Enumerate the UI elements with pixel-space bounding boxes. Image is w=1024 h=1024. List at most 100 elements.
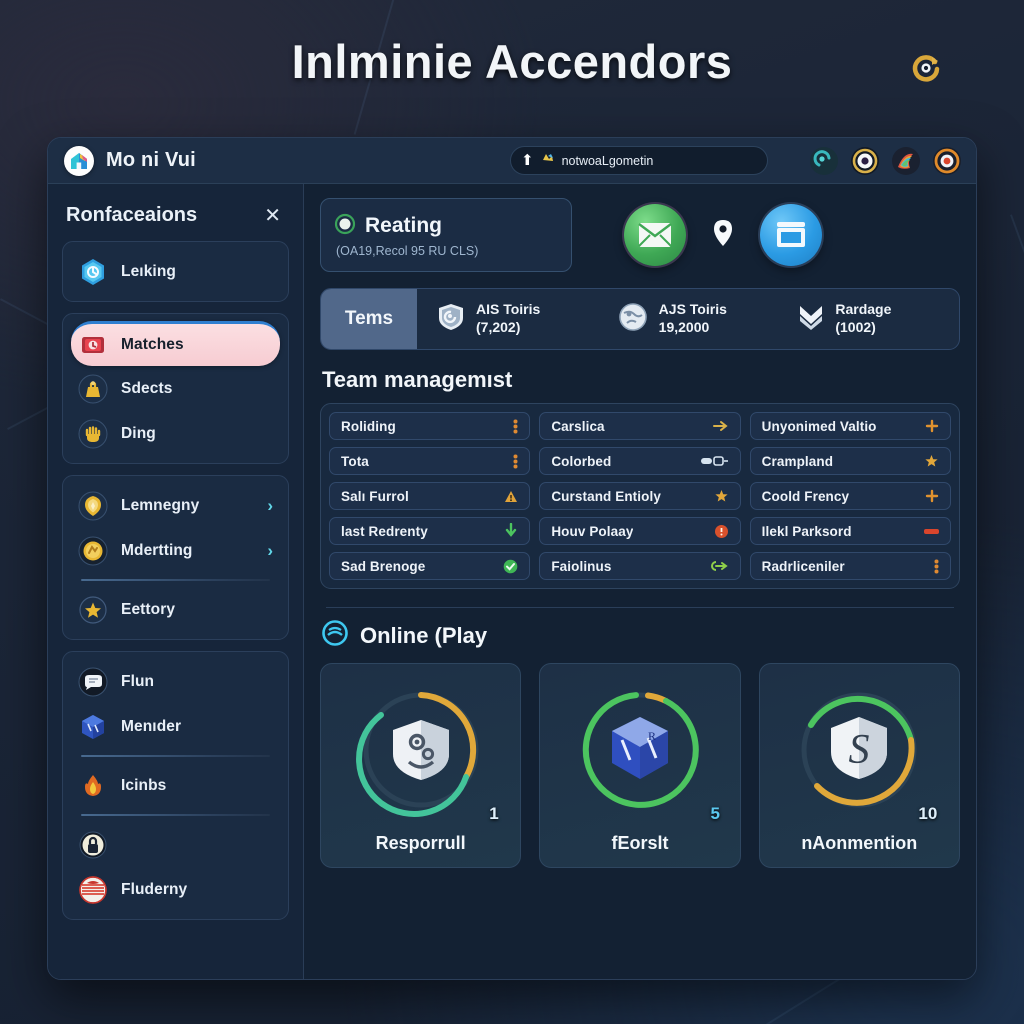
globe-icon [618, 302, 648, 337]
more-vertical-icon[interactable] [513, 419, 518, 434]
minus-icon[interactable] [923, 527, 939, 536]
stat-cell[interactable]: AIS Toiris (7,202) [417, 301, 598, 337]
card-badge: 10 [918, 804, 938, 823]
sidebar-item-leiking[interactable]: Leıking [71, 249, 280, 294]
star-icon[interactable] [924, 454, 939, 468]
team-grid-cell[interactable]: Unyonimed Valtio [749, 412, 951, 440]
section-divider [326, 607, 954, 608]
white-shield-s-icon: S [826, 714, 892, 787]
card-name: nAonmention [801, 833, 918, 853]
team-grid-cell-label: Radrliceniler [761, 558, 845, 574]
close-icon[interactable]: ✕ [260, 206, 285, 226]
plus-icon[interactable] [925, 489, 939, 503]
sidebar-item-eettory[interactable]: Eettory [71, 587, 280, 632]
gold-eye-icon[interactable] [850, 146, 880, 176]
toolbar-icon-group [809, 146, 962, 176]
check-circle-icon[interactable] [503, 559, 518, 574]
team-grid-cell[interactable]: last Redrenty [329, 517, 531, 545]
rainbow-swirl-icon[interactable] [891, 146, 921, 176]
sidebar-item-mdertting[interactable]: Mdertting › [71, 528, 280, 573]
sidebar-item-icinbs[interactable]: Icinbs [71, 763, 280, 808]
gold-badge-icon [78, 491, 108, 521]
url-search-bar[interactable]: ⬆ notwoaLgometin [510, 146, 768, 175]
green-status-dot-icon [334, 213, 356, 240]
location-pin-icon[interactable] [710, 218, 736, 253]
link-icon[interactable] [707, 560, 729, 572]
cyan-waves-icon [322, 620, 348, 651]
sidebar-item-lemnegny[interactable]: Lemnegny › [71, 483, 280, 528]
url-text: notwoaLgometin [561, 153, 654, 168]
card-badge: 5 [710, 804, 720, 823]
plus-icon[interactable] [925, 419, 939, 433]
svg-text:S: S [849, 727, 870, 773]
team-grid-cell[interactable]: Crampland [749, 447, 951, 475]
toggle-icon[interactable] [700, 455, 729, 467]
team-grid-cell[interactable]: Curstand Entioly [539, 482, 741, 510]
stat-label: AJS Toiris [658, 301, 727, 318]
refresh-circle-icon[interactable] [906, 48, 946, 88]
up-arrow-icon[interactable]: ⬆ [521, 153, 534, 168]
svg-text:R: R [648, 729, 656, 743]
browser-window-icon[interactable] [760, 204, 822, 266]
online-card[interactable]: S 10 nAonmention [758, 663, 960, 868]
status-card[interactable]: Reating (OA19,Recol 95 RU CLS) [320, 198, 572, 272]
bg-decor-line [1010, 214, 1024, 300]
page-title: Inlminie Accendors [291, 35, 733, 88]
tab-tems[interactable]: Tems [321, 289, 417, 349]
alert-circle-icon[interactable] [714, 524, 729, 539]
sidebar-group: Flun Menıder Icinbs Fluderny [62, 651, 289, 920]
sidebar-item-ding[interactable]: Ding [71, 411, 280, 456]
team-grid-cell[interactable]: Tota [329, 447, 531, 475]
stat-cell[interactable]: Rardage (1002) [778, 301, 959, 337]
sidebar-item-label: Ding [121, 424, 156, 442]
team-grid-cell[interactable]: Ilekl Parksord [749, 517, 951, 545]
blue-cube-icon [78, 712, 108, 742]
sidebar-item-menider[interactable]: Menıder [71, 704, 280, 749]
team-grid-cell-label: Crampland [761, 453, 834, 469]
more-vertical-icon[interactable] [513, 454, 518, 469]
team-grid-cell[interactable]: Roliding [329, 412, 531, 440]
sidebar: Ronfaceaions ✕ Leıking Matches Sdects Di… [48, 184, 304, 979]
house-logo-icon[interactable] [64, 145, 94, 176]
sidebar-item-matches[interactable]: Matches [71, 321, 280, 366]
team-grid-cell[interactable]: Colorbed [539, 447, 741, 475]
sidebar-header: Ronfaceaions ✕ [66, 204, 285, 227]
star-icon [78, 595, 108, 625]
team-grid-cell[interactable]: Carslica [539, 412, 741, 440]
team-grid-cell[interactable]: Salı Furrol [329, 482, 531, 510]
sidebar-item-label: Icinbs [121, 776, 167, 794]
sidebar-item-fluderny[interactable] [71, 822, 280, 867]
teal-swirl-icon[interactable] [809, 146, 839, 176]
download-arrow-icon[interactable] [504, 523, 518, 539]
sidebar-item-sdects[interactable]: Sdects [71, 366, 280, 411]
more-vertical-icon[interactable] [934, 559, 939, 574]
chevrons-down-icon [798, 302, 824, 337]
mail-envelope-icon[interactable] [624, 204, 686, 266]
team-grid-cell[interactable]: Houv Polaay [539, 517, 741, 545]
arrow-right-icon[interactable] [712, 419, 729, 433]
online-card[interactable]: R 5 fEorslt [539, 663, 741, 868]
sidebar-divider [81, 755, 270, 757]
card-name: fEorslt [611, 833, 669, 853]
app-window: Mo ni Vui ⬆ notwoaLgometin Ronfaceaions … [47, 137, 977, 980]
stat-cell[interactable]: AJS Toiris 19,2000 [598, 301, 779, 337]
sidebar-item-hornuted-ag[interactable]: Fluderny [71, 867, 280, 912]
team-grid: Roliding Carslica Unyonimed Valtio Tota Colo… [329, 412, 951, 580]
team-grid-cell[interactable]: Faiolinus [539, 552, 741, 580]
quick-action-icons [624, 204, 822, 266]
team-grid-cell[interactable]: Radrliceniler [749, 552, 951, 580]
chevron-right-icon[interactable]: › [267, 541, 273, 561]
star-icon[interactable] [714, 489, 729, 503]
sidebar-item-label: Mdertting [121, 541, 193, 559]
online-title: Online (Play [360, 622, 488, 648]
warning-icon[interactable] [504, 490, 518, 503]
chevron-right-icon[interactable]: › [267, 496, 273, 516]
sidebar-divider [81, 579, 270, 581]
sidebar-item-flun[interactable]: Flun [71, 659, 280, 704]
orange-target-icon[interactable] [932, 146, 962, 176]
team-grid-cell[interactable]: Coold Frency [749, 482, 951, 510]
shield-icon [437, 302, 465, 337]
team-grid-cell[interactable]: Sad Brenoge [329, 552, 531, 580]
window-body: Ronfaceaions ✕ Leıking Matches Sdects Di… [48, 184, 976, 979]
online-card[interactable]: 1 Resporrull [320, 663, 522, 868]
